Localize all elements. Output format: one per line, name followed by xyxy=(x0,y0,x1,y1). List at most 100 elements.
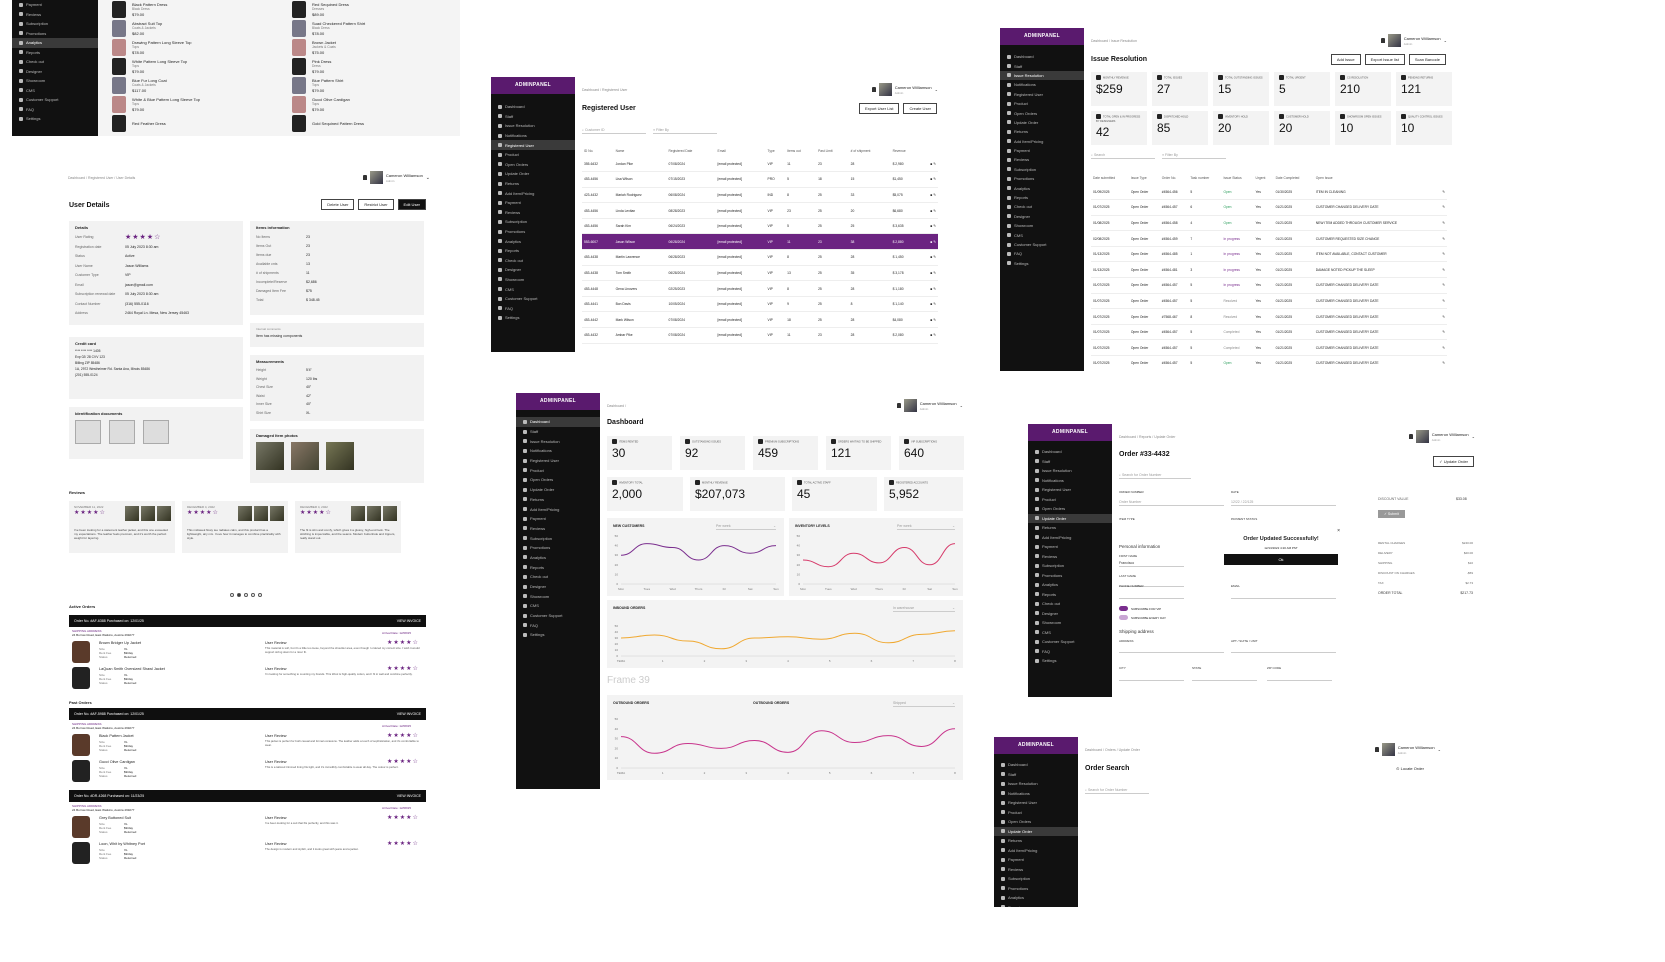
pager-dot[interactable] xyxy=(244,593,248,597)
product-row[interactable]: Black Pattern Dress Black Dress $79.00 xyxy=(112,0,272,19)
table-row[interactable]: 01/07/2025 Open Order #4564-457 5 In progres… xyxy=(1091,277,1447,294)
table-row[interactable]: 423-4432 Mariah Rodriguez 06/08/2024 [email… xyxy=(582,187,938,204)
chevron-down-icon[interactable]: ⌄ xyxy=(935,87,938,92)
sidebar-item[interactable]: Notifications xyxy=(491,131,575,141)
sidebar-item[interactable]: Showroom xyxy=(1028,618,1112,628)
sidebar-item[interactable]: Payment xyxy=(491,198,575,208)
edit-icon[interactable]: ✎ xyxy=(933,224,936,228)
edit-icon[interactable]: ✎ xyxy=(933,209,936,213)
sidebar-item[interactable]: Staff xyxy=(994,770,1078,780)
sidebar-item[interactable]: Returns xyxy=(491,179,575,189)
sidebar-item[interactable]: Dashboard xyxy=(516,417,600,427)
bell-icon[interactable] xyxy=(871,87,876,92)
sidebar-item[interactable]: Reviews xyxy=(516,524,600,534)
sidebar-item[interactable]: Staff xyxy=(1028,457,1112,467)
sidebar-item[interactable]: Dashboard xyxy=(994,760,1078,770)
sidebar-item[interactable]: Promotions xyxy=(491,227,575,237)
sidebar-item[interactable]: Check out xyxy=(12,57,98,67)
add-issue-button[interactable]: Add Issue xyxy=(1330,54,1361,65)
review-photo[interactable] xyxy=(367,506,381,521)
edit-icon[interactable]: ✎ xyxy=(933,287,936,291)
sidebar-item[interactable]: Update Order xyxy=(491,169,575,179)
sidebar-item[interactable]: Add Item/Pricing xyxy=(491,188,575,198)
chevron-down-icon[interactable]: ⌄ xyxy=(1438,747,1441,752)
bell-icon[interactable] xyxy=(1408,434,1413,439)
sidebar-item[interactable]: Promotions xyxy=(994,884,1078,894)
sidebar-item[interactable]: Showroom xyxy=(491,275,575,285)
sidebar-item[interactable]: Dashboard xyxy=(1028,447,1112,457)
email-input[interactable] xyxy=(1231,592,1336,599)
table-row[interactable]: 01/13/2025 Open Order #4564-481 3 In progres… xyxy=(1091,261,1447,279)
edit-icon[interactable]: ✎ xyxy=(1442,221,1445,225)
product-row[interactable]: Pink Dress Dress $79.00 xyxy=(292,57,452,76)
review-photo[interactable] xyxy=(125,506,139,521)
sidebar-item[interactable]: Reports xyxy=(491,246,575,256)
sidebar-item[interactable]: Registered User xyxy=(1000,90,1084,99)
edit-icon[interactable]: ✎ xyxy=(933,302,936,306)
date-input[interactable]: 12/22 / 22/125 xyxy=(1231,499,1336,506)
sidebar-item[interactable]: Subscription xyxy=(516,533,600,543)
sidebar-item[interactable]: Payment xyxy=(1028,542,1112,552)
locate-order-button[interactable]: ⊙ Locate Order xyxy=(1396,766,1424,771)
edit-icon[interactable]: ✎ xyxy=(1442,190,1445,194)
sidebar-item[interactable]: Open Orders xyxy=(516,475,600,485)
city-input[interactable] xyxy=(1119,674,1184,681)
order-number-input[interactable]: Order Number xyxy=(1119,499,1224,506)
bell-icon[interactable] xyxy=(362,175,367,180)
edit-icon[interactable]: ✎ xyxy=(933,177,936,181)
sidebar-item[interactable]: FAQ xyxy=(491,303,575,313)
sidebar-item[interactable]: Showroom xyxy=(12,76,98,86)
sidebar-item[interactable]: Designer xyxy=(1000,212,1084,221)
sidebar-item[interactable]: Check out xyxy=(516,572,600,582)
sidebar-item[interactable]: Open Orders xyxy=(994,817,1078,827)
edit-icon[interactable]: ✎ xyxy=(1442,237,1445,241)
table-row[interactable]: 453-4432 Ambar Pike 07/08/2024 [email prote… xyxy=(582,327,938,344)
review-photo[interactable] xyxy=(238,506,252,521)
sidebar-item[interactable]: Dashboard xyxy=(491,102,575,112)
sidebar-item[interactable]: Registered User xyxy=(994,798,1078,808)
sidebar-item[interactable]: Add Item/Pricing xyxy=(994,846,1078,856)
bell-icon[interactable] xyxy=(1374,747,1379,752)
sidebar-item[interactable]: Registered User xyxy=(516,456,600,466)
edit-icon[interactable]: ✎ xyxy=(933,162,936,166)
sidebar-item[interactable]: Notifications xyxy=(994,789,1078,799)
sidebar-item[interactable]: Settings xyxy=(1028,656,1112,666)
sidebar-item[interactable]: Check out xyxy=(1028,599,1112,609)
delete-user-button[interactable]: Delete User xyxy=(321,199,355,210)
sidebar-item[interactable]: Returns xyxy=(516,495,600,505)
table-row[interactable]: 01/13/2025 Open Order #4564-485 1 In progres… xyxy=(1091,246,1447,263)
edit-icon[interactable]: ✎ xyxy=(1442,205,1445,209)
restrict-user-button[interactable]: Restrict User xyxy=(358,199,394,210)
filter-by-select[interactable]: ≡ Filter By xyxy=(653,127,717,134)
edit-icon[interactable]: ✎ xyxy=(933,240,936,244)
sidebar-item[interactable]: Product xyxy=(1000,99,1084,108)
sidebar-item[interactable]: Analytics xyxy=(1000,183,1084,192)
sidebar-item[interactable]: Notifications xyxy=(516,446,600,456)
product-row[interactable]: Blue Fur Long Coat Coats & Jackets $117.00 xyxy=(112,76,272,95)
sidebar-item[interactable]: Notifications xyxy=(1000,80,1084,89)
edit-user-button[interactable]: Edit User xyxy=(397,199,426,210)
sidebar-item[interactable]: Notifications xyxy=(1028,476,1112,486)
sidebar-item[interactable]: Issue Resolution xyxy=(491,121,575,131)
table-row[interactable]: 553-6007 Jason Wilson 06/28/2024 [email pro… xyxy=(582,233,938,251)
review-photo[interactable] xyxy=(254,506,268,521)
first-name-input[interactable]: Francisco xyxy=(1119,560,1184,567)
sidebar-item[interactable]: Subscription xyxy=(1000,165,1084,174)
sidebar-item[interactable]: Product xyxy=(1028,495,1112,505)
export-issue-list-button[interactable]: Export Issue list xyxy=(1364,54,1405,65)
sidebar-item[interactable]: Reviews xyxy=(994,865,1078,875)
scan-barcode-button[interactable]: Scan Barcode xyxy=(1408,54,1446,65)
sidebar-item[interactable]: CMS xyxy=(1028,628,1112,638)
sidebar-item[interactable]: Product xyxy=(994,808,1078,818)
sidebar-item[interactable]: Staff xyxy=(491,112,575,122)
table-row[interactable]: 453-4456 Sarah Kim 06/24/2023 [email protec… xyxy=(582,218,938,235)
edit-icon[interactable]: ✎ xyxy=(1442,361,1445,365)
sidebar-item[interactable]: Reviews xyxy=(1028,552,1112,562)
edit-icon[interactable]: ✎ xyxy=(1442,283,1445,287)
sidebar-item[interactable]: Update Order xyxy=(1000,118,1084,127)
product-row[interactable]: Gold Sequined Pattern Dress xyxy=(292,114,452,133)
sidebar-item[interactable]: Promotions xyxy=(12,29,98,39)
table-row[interactable]: 01/07/2025 Open Order #4564-457 5 Resolved Ye… xyxy=(1091,293,1447,310)
id-document-thumb[interactable] xyxy=(143,420,169,444)
sidebar-item[interactable]: Analytics xyxy=(994,893,1078,903)
